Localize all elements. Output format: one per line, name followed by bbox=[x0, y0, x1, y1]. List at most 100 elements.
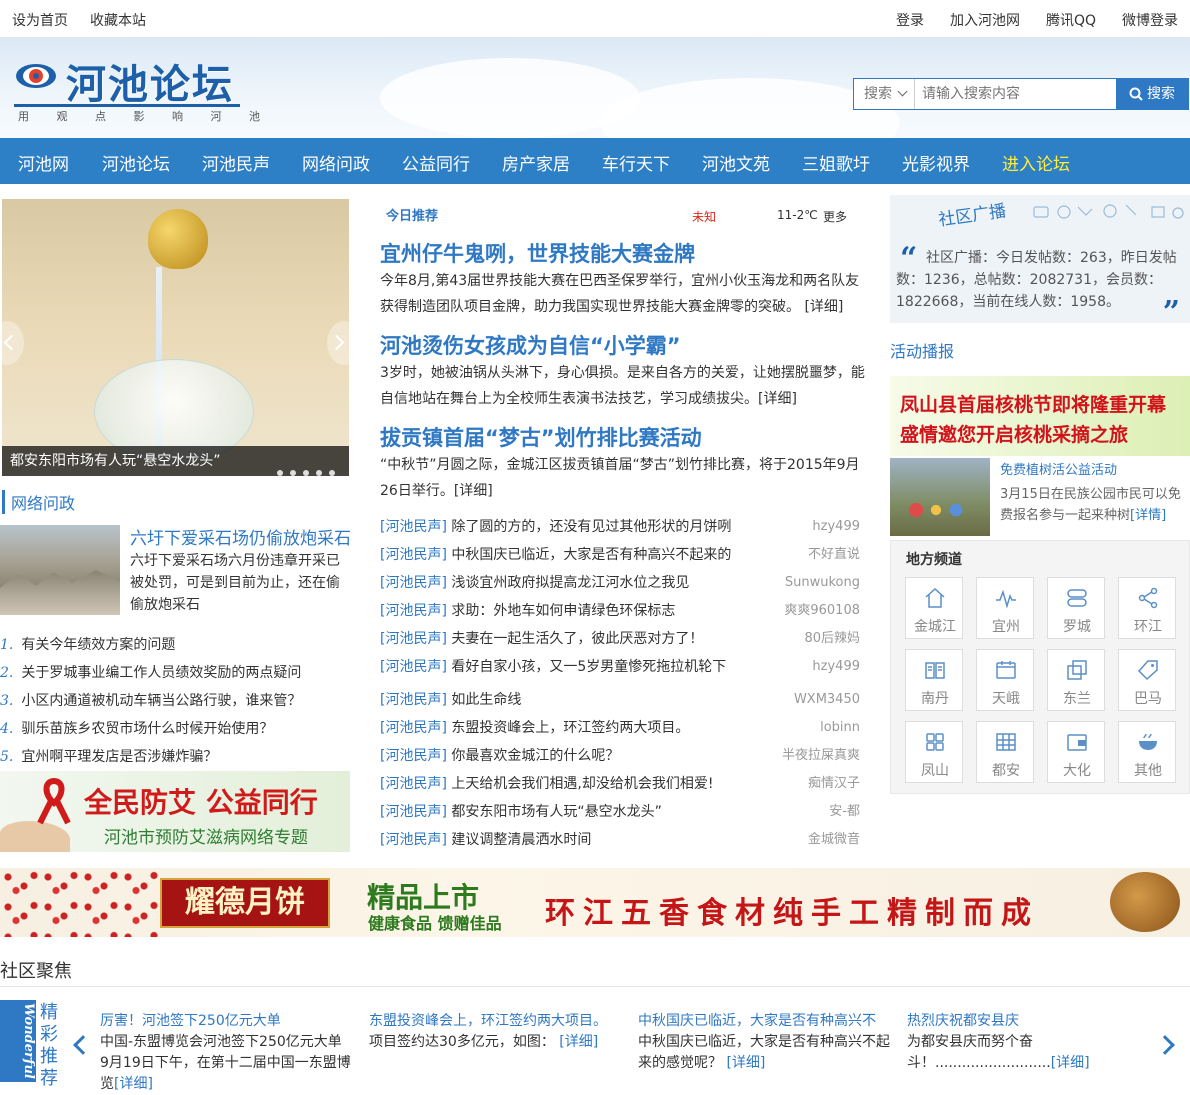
slider-dot[interactable] bbox=[290, 470, 296, 476]
nav-item-car[interactable]: 车行天下 bbox=[602, 150, 670, 175]
nav-item-songs[interactable]: 三姐歌圩 bbox=[802, 150, 870, 175]
post-author[interactable]: hzy499 bbox=[812, 657, 860, 677]
list-item[interactable]: [河池民声] 如此生命线 WXM3450 bbox=[380, 690, 862, 718]
list-item[interactable]: [河池民声] 上天给机会我们相遇,却没给机会我们相爱! 痴情汉子 bbox=[380, 774, 862, 802]
activity-title[interactable]: 活动播报 bbox=[890, 338, 954, 362]
nav-item-politics[interactable]: 网络问政 bbox=[302, 150, 370, 175]
nav-item-hechi[interactable]: 河池网 bbox=[18, 150, 69, 175]
channel-yizhou[interactable]: 宜州 bbox=[976, 577, 1034, 639]
news-more-link[interactable]: [详细] bbox=[758, 391, 797, 407]
list-item[interactable]: [河池民声] 东盟投资峰会上，环江签约两大项目。 lobinn bbox=[380, 718, 862, 746]
nav-item-photo[interactable]: 光影视界 bbox=[902, 150, 970, 175]
featured-image[interactable] bbox=[0, 525, 120, 615]
walnut-festival-ad[interactable]: 凤山县首届核桃节即将隆重开幕 盛情邀您开启核桃采摘之旅 bbox=[890, 376, 1190, 456]
post-author[interactable]: 爽爽960108 bbox=[784, 601, 860, 621]
post-category[interactable]: [河池民声] bbox=[380, 519, 447, 535]
post-category[interactable]: [河池民声] bbox=[380, 720, 447, 736]
post-category[interactable]: [河池民声] bbox=[380, 832, 447, 848]
activity-item-title[interactable]: 免费植树活公益活动 bbox=[1000, 459, 1117, 478]
focus-card-more[interactable]: [详细] bbox=[114, 1076, 153, 1092]
image-slider[interactable]: 都安东阳市场有人玩“悬空水龙头” bbox=[2, 199, 349, 476]
post-author[interactable]: 金城微音 bbox=[808, 830, 860, 850]
channel-tiane[interactable]: 天峨 bbox=[976, 649, 1034, 711]
list-item[interactable]: [河池民声] 都安东阳市场有人玩“悬空水龙头” 安-都 bbox=[380, 802, 862, 830]
list-item[interactable]: 1. 有关今年绩效方案的问题 bbox=[0, 635, 350, 663]
channel-duan[interactable]: 都安 bbox=[976, 721, 1034, 783]
list-item[interactable]: 4. 驯乐苗族乡农贸市场什么时候开始使用？ bbox=[0, 719, 350, 747]
news-title[interactable]: 宜州仔牛鬼咧，世界技能大赛金牌 bbox=[380, 238, 695, 268]
post-title[interactable]: 除了圆的方的，还没有见过其他形状的月饼咧 bbox=[451, 519, 731, 535]
post-author[interactable]: 不好直说 bbox=[808, 545, 860, 565]
qq-login-link[interactable]: 腾讯QQ bbox=[1046, 13, 1096, 29]
channel-jinchengjiang[interactable]: 金城江 bbox=[905, 577, 963, 639]
focus-card-title[interactable]: 厉害！河池签下250亿元大单 bbox=[100, 1011, 352, 1032]
post-author[interactable]: lobinn bbox=[820, 718, 860, 738]
nav-item-house[interactable]: 房产家居 bbox=[502, 150, 570, 175]
post-author[interactable]: 80后辣妈 bbox=[804, 629, 860, 649]
channel-dahua[interactable]: 大化 bbox=[1047, 721, 1105, 783]
list-item[interactable]: [河池民声] 看好自家小孩，又一5岁男童惨死拖拉机轮下 hzy499 bbox=[380, 657, 862, 685]
search-button[interactable]: 搜索 bbox=[1116, 79, 1188, 109]
weather-more-link[interactable]: 更多 bbox=[823, 208, 847, 225]
post-author[interactable]: Sunwukong bbox=[785, 573, 860, 593]
channel-huanjiang[interactable]: 环江 bbox=[1118, 577, 1176, 639]
post-category[interactable]: [河池民声] bbox=[380, 603, 447, 619]
post-title[interactable]: 你最喜欢金城江的什么呢？ bbox=[451, 748, 619, 764]
post-category[interactable]: [河池民声] bbox=[380, 692, 447, 708]
list-item[interactable]: 3. 小区内通道被机动车辆当公路行驶，谁来管？ bbox=[0, 691, 350, 719]
focus-card-more[interactable]: [详细] bbox=[726, 1055, 765, 1071]
post-author[interactable]: 安-都 bbox=[829, 802, 860, 822]
post-title[interactable]: 东盟投资峰会上，环江签约两大项目。 bbox=[451, 720, 689, 736]
focus-card-more[interactable]: [详细] bbox=[1051, 1055, 1090, 1071]
list-item[interactable]: [河池民声] 你最喜欢金城江的什么呢？ 半夜拉屎真爽 bbox=[380, 746, 862, 774]
news-more-link[interactable]: [详细] bbox=[804, 299, 843, 315]
channel-nandan[interactable]: 南丹 bbox=[905, 649, 963, 711]
search-category-select[interactable]: 搜索 bbox=[854, 79, 915, 109]
post-title[interactable]: 看好自家小孩，又一5岁男童惨死拖拉机轮下 bbox=[451, 659, 726, 675]
politics-section-title[interactable]: 网络问政 bbox=[2, 490, 75, 514]
post-category[interactable]: [河池民声] bbox=[380, 631, 447, 647]
channel-bama[interactable]: 巴马 bbox=[1118, 649, 1176, 711]
focus-card-title[interactable]: 中秋国庆已临近，大家是否有种高兴不 bbox=[638, 1011, 890, 1032]
post-category[interactable]: [河池民声] bbox=[380, 659, 447, 675]
weibo-login-link[interactable]: 微博登录 bbox=[1122, 13, 1178, 29]
list-item[interactable]: [河池民声] 求助：外地车如何申请绿色环保标志 爽爽960108 bbox=[380, 601, 862, 629]
post-category[interactable]: [河池民声] bbox=[380, 748, 447, 764]
post-author[interactable]: hzy499 bbox=[812, 517, 860, 537]
post-category[interactable]: [河池民声] bbox=[380, 804, 447, 820]
news-more-link[interactable]: [详细] bbox=[454, 483, 493, 499]
search-input[interactable] bbox=[916, 79, 1116, 109]
post-title[interactable]: 求助：外地车如何申请绿色环保标志 bbox=[451, 603, 675, 619]
slider-dot[interactable] bbox=[316, 470, 322, 476]
nav-item-charity[interactable]: 公益同行 bbox=[402, 150, 470, 175]
list-item[interactable]: [河池民声] 浅谈宜州政府拟提高龙江河水位之我见 Sunwukong bbox=[380, 573, 862, 601]
slider-caption[interactable]: 都安东阳市场有人玩“悬空水龙头” bbox=[2, 446, 349, 476]
post-category[interactable]: [河池民声] bbox=[380, 547, 447, 563]
activity-more-link[interactable]: [详情] bbox=[1130, 508, 1166, 523]
nav-item-forum[interactable]: 河池论坛 bbox=[102, 150, 170, 175]
channel-fengshan[interactable]: 凤山 bbox=[905, 721, 963, 783]
mooncake-ad-banner[interactable]: 耀德月饼 精品上市 健康食品 馈赠佳品 环江五香食材纯手工精制而成 bbox=[0, 868, 1190, 937]
news-title[interactable]: 拔贡镇首届“梦古”划竹排比赛活动 bbox=[380, 422, 702, 452]
news-title[interactable]: 河池烫伤女孩成为自信“小学霸” bbox=[380, 330, 681, 360]
bookmark-link[interactable]: 收藏本站 bbox=[90, 13, 146, 29]
post-title[interactable]: 中秋国庆已临近，大家是否有种高兴不起来的 bbox=[451, 547, 731, 563]
post-category[interactable]: [河池民声] bbox=[380, 575, 447, 591]
slider-prev-button[interactable] bbox=[2, 321, 24, 365]
aids-ad-banner[interactable]: 全民防艾 公益同行 河池市预防艾滋病网络专题 bbox=[0, 771, 350, 852]
post-title[interactable]: 上天给机会我们相遇,却没给机会我们相爱! bbox=[451, 776, 713, 792]
post-title[interactable]: 浅谈宜州政府拟提高龙江河水位之我见 bbox=[451, 575, 689, 591]
list-item[interactable]: 2. 关于罗城事业编工作人员绩效奖励的两点疑问 bbox=[0, 663, 350, 691]
channel-luocheng[interactable]: 罗城 bbox=[1047, 577, 1105, 639]
slider-next-button[interactable] bbox=[327, 321, 349, 365]
join-link[interactable]: 加入河池网 bbox=[950, 13, 1020, 29]
channel-other[interactable]: 其他 bbox=[1118, 721, 1176, 783]
channel-donglan[interactable]: 东兰 bbox=[1047, 649, 1105, 711]
post-title[interactable]: 建议调整清晨洒水时间 bbox=[451, 832, 591, 848]
list-item[interactable]: [河池民声] 除了圆的方的，还没有见过其他形状的月饼咧 hzy499 bbox=[380, 517, 862, 545]
featured-title[interactable]: 六圩下爱采石场仍偷放炮采石 bbox=[130, 524, 351, 549]
focus-card-title[interactable]: 热烈庆祝都安县庆 bbox=[907, 1011, 1159, 1032]
focus-card-title[interactable]: 东盟投资峰会上，环江签约两大项目。 bbox=[369, 1011, 621, 1032]
set-homepage-link[interactable]: 设为首页 bbox=[12, 13, 68, 29]
post-title[interactable]: 夫妻在一起生活久了，彼此厌恶对方了！ bbox=[451, 631, 703, 647]
